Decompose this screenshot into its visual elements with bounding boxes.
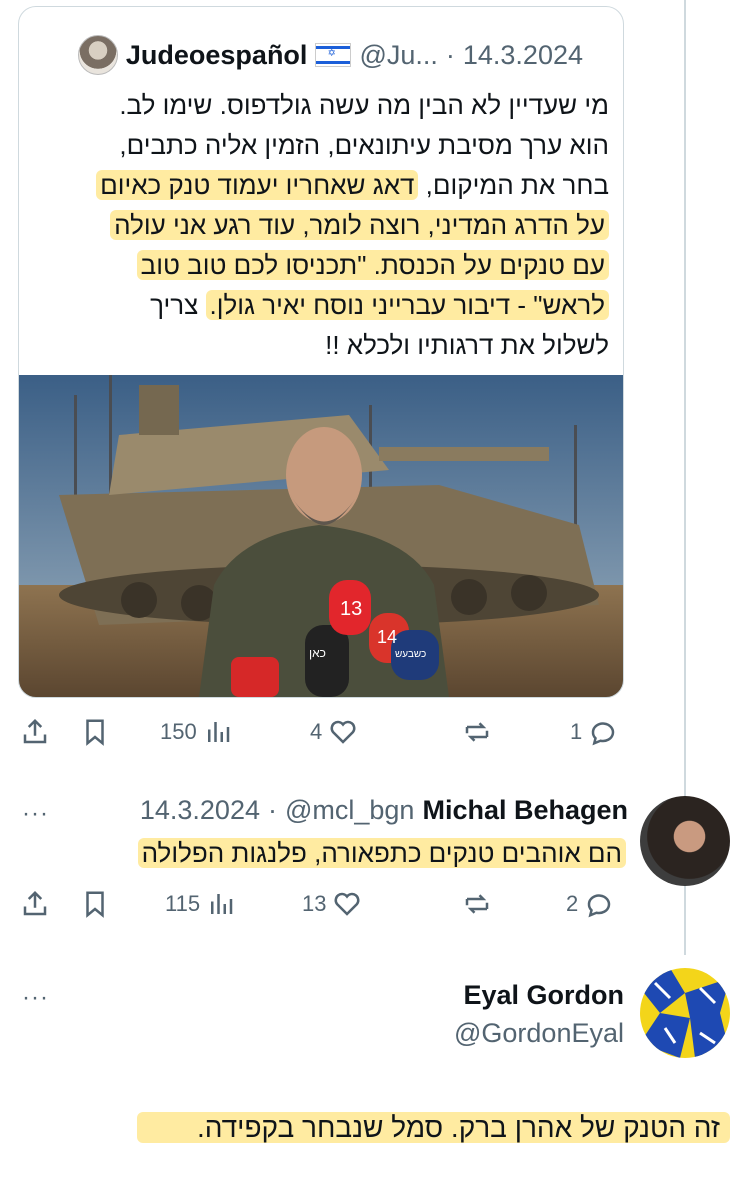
highlighted-text: זה הטנק של אהרן ברק. סמל שנבחר בקפידה. <box>136 1112 730 1143</box>
escher-pattern-avatar <box>640 968 730 1058</box>
reply-button[interactable]: 1 <box>570 717 618 747</box>
mic-label: 13 <box>340 598 362 620</box>
like-button[interactable]: 4 <box>310 717 358 747</box>
reply-icon <box>588 894 611 918</box>
mic-label: 14 <box>377 627 397 647</box>
action-bar: 115 13 2 <box>20 884 624 924</box>
reply-count: 1 <box>570 719 583 744</box>
repost-icon <box>465 722 489 742</box>
repost-button[interactable] <box>462 889 492 919</box>
bookmark-icon <box>86 891 104 918</box>
action-bar: 150 4 1 <box>20 712 624 752</box>
highlighted-text: הם אוהבים טנקים כתפאורה, פלנגות הפלולה <box>137 838 626 868</box>
quoted-author-name[interactable]: Judeoespañol <box>126 40 308 71</box>
mic-label: כשבעש <box>395 649 426 660</box>
quoted-author-avatar[interactable] <box>77 35 118 75</box>
quoted-date[interactable]: 14.3.2024 <box>463 40 583 71</box>
text-line: הוא ערך מסיבת עיתונאים, הזמין אליה כתבים… <box>119 130 609 160</box>
press-conference-image: 13 14 כאן כשבעש <box>19 375 623 697</box>
text-line: לראש" - דיבור עברייני נוסח יאיר גולן. צר… <box>33 285 609 325</box>
reply-button[interactable]: 2 <box>566 889 614 919</box>
reply-author-name[interactable]: Eyal Gordon <box>463 980 624 1011</box>
like-count: 4 <box>310 719 323 744</box>
more-options-icon[interactable]: ··· <box>22 984 49 1012</box>
highlighted-text: דאג שאחריו יעמוד טנק כאיום <box>96 170 419 200</box>
share-icon <box>23 718 47 744</box>
text-line: עם טנקים על הכנסת. "תכניסו לכם טוב טוב <box>33 245 609 285</box>
highlighted-text: לראש" - דיבור עברייני נוסח יאיר גולן. <box>205 290 609 320</box>
bookmark-icon <box>86 719 104 746</box>
share-button[interactable] <box>20 889 50 919</box>
reply-author-handle[interactable]: @GordonEyal <box>454 1018 624 1049</box>
quoted-author-handle[interactable]: @Ju... <box>359 40 437 71</box>
reply-count: 2 <box>566 891 579 916</box>
highlighted-text: עם טנקים על הכנסת. "תכניסו לכם טוב טוב <box>136 250 609 280</box>
israel-flag-icon: ✡ <box>315 43 352 67</box>
views-icon <box>207 722 229 742</box>
quoted-tweet-header: Judeoespañol ✡ @Ju... · 14.3.2024 <box>77 35 583 75</box>
text-line: לשלול את דרגותיו ולכלא !! <box>325 330 609 360</box>
text-line: על הדרג המדיני, רוצה לומר, עוד רגע אני ע… <box>33 205 609 245</box>
reply-header: 14.3.2024 · @mcl_bgn Michal Behagen <box>20 795 628 826</box>
views-icon <box>211 894 233 914</box>
share-icon <box>23 890 47 916</box>
highlighted-text: על הדרג המדיני, רוצה לומר, עוד רגע אני ע… <box>110 210 609 240</box>
views-count: 115 <box>165 891 201 916</box>
bookmark-button[interactable] <box>80 717 110 747</box>
views-button[interactable]: 150 <box>160 717 233 747</box>
reply-author-avatar[interactable] <box>640 968 730 1058</box>
heart-icon <box>330 720 356 744</box>
bookmark-button[interactable] <box>80 889 110 919</box>
repost-icon <box>465 894 489 914</box>
text-line: בחר את המיקום, דאג שאחריו יעמוד טנק כאיו… <box>33 165 609 205</box>
reply-text: זה הטנק של אהרן ברק. סמל שנבחר בקפידה. <box>136 1112 730 1144</box>
repost-button[interactable] <box>462 717 492 747</box>
text-line: מי שעדיין לא הבין מה עשה גולדפוס. שימו ל… <box>119 90 609 120</box>
reply-author-avatar[interactable] <box>640 796 730 886</box>
header-separator: · <box>445 39 455 70</box>
header-separator: · <box>267 795 277 825</box>
quoted-tweet-photo[interactable]: 13 14 כאן כשבעש <box>19 375 623 697</box>
like-button[interactable]: 13 <box>302 889 362 919</box>
quoted-tweet-card[interactable]: Judeoespañol ✡ @Ju... · 14.3.2024 מי שעד… <box>18 6 624 698</box>
reply-author-name[interactable]: Michal Behagen <box>422 795 628 826</box>
text-segment: בחר את המיקום, <box>418 170 609 200</box>
reply-text: הם אוהבים טנקים כתפאורה, פלנגות הפלולה <box>137 838 626 869</box>
reply-icon <box>592 722 615 746</box>
like-count: 13 <box>302 891 327 916</box>
mic-label: כאן <box>309 646 326 660</box>
reply-author-handle[interactable]: @mcl_bgn <box>285 795 414 826</box>
text-segment: צריך <box>150 290 206 320</box>
views-button[interactable]: 115 <box>165 889 236 919</box>
reply-date[interactable]: 14.3.2024 <box>140 795 260 826</box>
views-count: 150 <box>160 719 197 744</box>
share-button[interactable] <box>20 717 50 747</box>
quoted-tweet-text: מי שעדיין לא הבין מה עשה גולדפוס. שימו ל… <box>33 85 609 365</box>
heart-icon <box>334 892 360 916</box>
